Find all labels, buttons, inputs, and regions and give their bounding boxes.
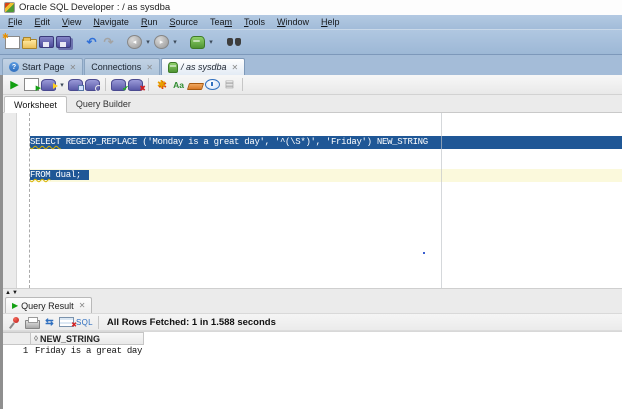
run-script-icon[interactable] <box>24 78 41 92</box>
horizontal-splitter[interactable] <box>3 288 622 296</box>
code-line-1: SELECT REGEXP_REPLACE ('Monday is a grea… <box>30 136 622 149</box>
right-margin-guide <box>441 113 442 288</box>
grid-header-row: ◊ NEW_STRING <box>3 332 622 345</box>
close-icon[interactable] <box>146 63 153 72</box>
column-header-new-string[interactable]: ◊ NEW_STRING <box>31 332 144 345</box>
sql-editor: SELECT REGEXP_REPLACE ('Monday is a grea… <box>3 113 622 288</box>
find-icon[interactable] <box>226 36 242 48</box>
close-icon[interactable] <box>232 63 239 72</box>
pin-icon[interactable] <box>8 316 23 329</box>
unshared-worksheet-icon[interactable]: ✱ <box>154 77 169 93</box>
help-icon: ? <box>9 62 19 72</box>
separator <box>242 78 243 91</box>
redo-icon[interactable]: ↷ <box>101 34 116 50</box>
case-toggle-icon[interactable]: Aa <box>171 77 186 93</box>
menu-view[interactable]: View <box>56 17 87 27</box>
tab-start-page[interactable]: ? Start Page <box>2 58 84 75</box>
splitter-collapse-icon[interactable] <box>5 289 19 297</box>
commit-icon[interactable] <box>111 78 129 93</box>
separator <box>105 78 106 91</box>
row-value-cell[interactable]: Friday is a great day <box>31 345 142 358</box>
close-icon[interactable] <box>79 301 86 310</box>
db-green-icon <box>167 61 178 73</box>
tab-label: Query Result <box>21 300 74 311</box>
dropdown-icon[interactable]: ▾ <box>58 77 66 93</box>
menu-run[interactable]: Run <box>135 17 164 27</box>
column-header-label: NEW_STRING <box>39 333 100 344</box>
title-bar: Oracle SQL Developer : / as sysdba <box>0 0 622 15</box>
autotrace-icon[interactable] <box>41 78 58 91</box>
tab-label: Start Page <box>22 62 65 72</box>
tab-connections[interactable]: Connections <box>84 58 160 75</box>
undo-icon[interactable]: ↶ <box>84 34 99 50</box>
run-statement-icon[interactable]: ▶ <box>7 77 22 93</box>
dropdown-icon[interactable]: ▾ <box>144 34 152 50</box>
document-tabs: ?Start Page Connections / as sysdba <box>0 55 622 75</box>
tab-as-sysdba[interactable]: / as sysdba <box>160 58 246 75</box>
connections-icon[interactable] <box>190 35 205 49</box>
main-toolbar: ↶↷◂▾▸▾▾ <box>0 29 622 55</box>
menu-edit[interactable]: Edit <box>29 17 57 27</box>
dropdown-icon[interactable]: ▾ <box>207 34 215 50</box>
lower-area: ▶ ▾ ✱Aa ▤ Worksheet Query Builder SELECT RE… <box>0 75 622 409</box>
query-result-toolbar: ⇆ SQL All Rows Fetched: 1 in 1.588 seconds <box>3 313 622 331</box>
tab-label: Connections <box>91 62 142 72</box>
rollback-icon[interactable] <box>128 78 146 93</box>
open-folder-icon[interactable] <box>22 36 37 49</box>
delete-grid-icon[interactable] <box>59 317 77 329</box>
save-icon[interactable] <box>39 36 54 48</box>
tab-query-result[interactable]: ▶ Query Result <box>5 297 93 313</box>
tab-label: / as sysdba <box>180 62 227 72</box>
code-line-2: FROM dual; <box>30 169 622 182</box>
explain-plan-icon[interactable] <box>68 78 84 91</box>
menu-window[interactable]: Window <box>271 17 315 27</box>
new-file-icon[interactable] <box>2 32 20 49</box>
row-number-cell: 1 <box>22 346 28 356</box>
menu-navigate[interactable]: Navigate <box>87 17 135 27</box>
menu-source[interactable]: Source <box>163 17 204 27</box>
history-icon[interactable] <box>205 79 220 90</box>
tuning-advisor-icon[interactable] <box>85 78 102 92</box>
menu-help[interactable]: Help <box>315 17 346 27</box>
window-title: Oracle SQL Developer : / as sysdba <box>19 2 171 13</box>
table-row[interactable]: 1 Friday is a great day <box>3 345 622 358</box>
close-icon[interactable] <box>70 63 77 72</box>
stray-dot <box>423 252 425 254</box>
sort-icon: ◊ <box>34 334 38 343</box>
separator <box>97 315 99 329</box>
menu-bar: File Edit View Navigate Run Source Team Tools Wi… <box>0 15 622 29</box>
tab-query-builder[interactable]: Query Builder <box>67 95 140 112</box>
fetch-status-text: All Rows Fetched: 1 in 1.588 seconds <box>106 316 276 328</box>
sql-label-icon[interactable]: SQL <box>76 314 93 330</box>
editor-gutter <box>17 113 30 288</box>
fetch-icon[interactable]: ⇆ <box>42 314 57 330</box>
editor-left-rail <box>3 113 17 288</box>
app-window: Oracle SQL Developer : / as sysdba File E… <box>0 0 622 409</box>
menu-tools[interactable]: Tools <box>238 17 271 27</box>
save-all-icon[interactable] <box>56 36 71 48</box>
worksheet-tabs: Worksheet Query Builder <box>3 95 622 113</box>
app-icon <box>4 2 15 13</box>
menu-file[interactable]: File <box>2 17 29 27</box>
query-result-tabs: ▶ Query Result <box>3 296 622 313</box>
run-icon: ▶ <box>12 301 19 310</box>
nav-forward-icon[interactable]: ▸ <box>154 35 169 49</box>
tab-worksheet[interactable]: Worksheet <box>4 96 67 113</box>
results-grid: ◊ NEW_STRING 1 Friday is a great day <box>3 331 622 409</box>
disabled-tool-icon[interactable]: ▤ <box>222 77 237 93</box>
grid-corner-cell[interactable] <box>3 332 31 345</box>
print-icon[interactable] <box>25 316 40 329</box>
clear-icon[interactable] <box>186 83 205 90</box>
menu-team[interactable]: Team <box>204 17 238 27</box>
nav-back-icon[interactable]: ◂ <box>127 35 142 49</box>
worksheet-toolbar: ▶ ▾ ✱Aa ▤ <box>3 75 622 95</box>
separator <box>148 78 149 91</box>
code-area[interactable]: SELECT REGEXP_REPLACE ('Monday is a grea… <box>30 113 622 288</box>
dropdown-icon[interactable]: ▾ <box>171 34 179 50</box>
